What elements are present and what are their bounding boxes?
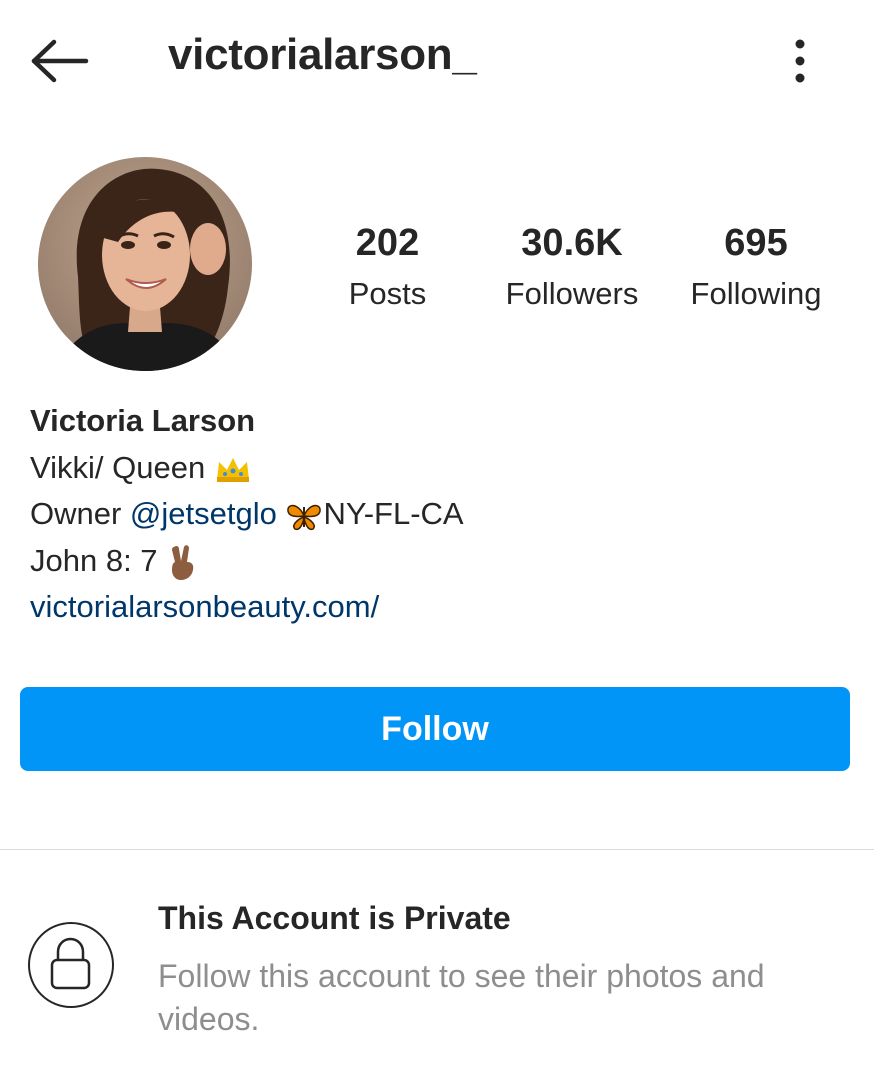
private-account-subtitle: Follow this account to see their photos … [158,958,765,1037]
posts-stat[interactable]: 202 Posts [330,218,445,316]
bio-line-2-prefix: Owner [30,496,130,531]
section-divider [0,849,874,850]
top-bar: victorialarson_ [0,0,874,120]
bio-line-1-text: Vikki/ Queen [30,449,206,485]
posts-label: Posts [348,276,427,311]
display-name: Victoria Larson [30,403,256,438]
profile-avatar[interactable] [38,157,252,371]
vertical-dots-icon [795,39,805,83]
followers-count: 30.6K [521,222,623,264]
followers-stat[interactable]: 30.6K Followers [492,218,652,316]
followers-label: Followers [505,276,639,311]
lock-icon [50,937,91,990]
bio-line-2-suffix: NY-FL-CA [323,496,464,531]
more-options-button[interactable] [780,36,820,86]
profile-username: victorialarson_ [168,30,477,79]
profile-bio: Victoria Larson Vikki/ Queen Owner @jets… [30,398,464,631]
follow-button[interactable]: Follow [20,687,850,771]
bio-line-2: Owner @jetsetglo NY-FL-CA [30,491,464,538]
following-count: 695 [724,222,788,264]
bio-line-3: John 8: 7 [30,538,464,585]
following-label: Following [690,276,822,311]
butterfly-emoji [287,504,322,530]
arrow-left-icon [31,39,89,83]
private-account-title: This Account is Private [158,900,511,936]
mention-link[interactable]: @jetsetglo [130,496,277,531]
crown-emoji [216,458,249,483]
following-stat[interactable]: 695 Following [676,218,836,316]
bio-line-1: Vikki/ Queen [30,445,464,492]
back-button[interactable] [30,38,90,84]
victory-hand-emoji [172,545,194,581]
bio-line-3-text: John 8: 7 [30,542,158,578]
profile-photo [38,157,252,371]
posts-count: 202 [355,222,420,264]
lock-badge [28,922,114,1008]
website-link[interactable]: victorialarsonbeauty.com/ [30,584,464,631]
